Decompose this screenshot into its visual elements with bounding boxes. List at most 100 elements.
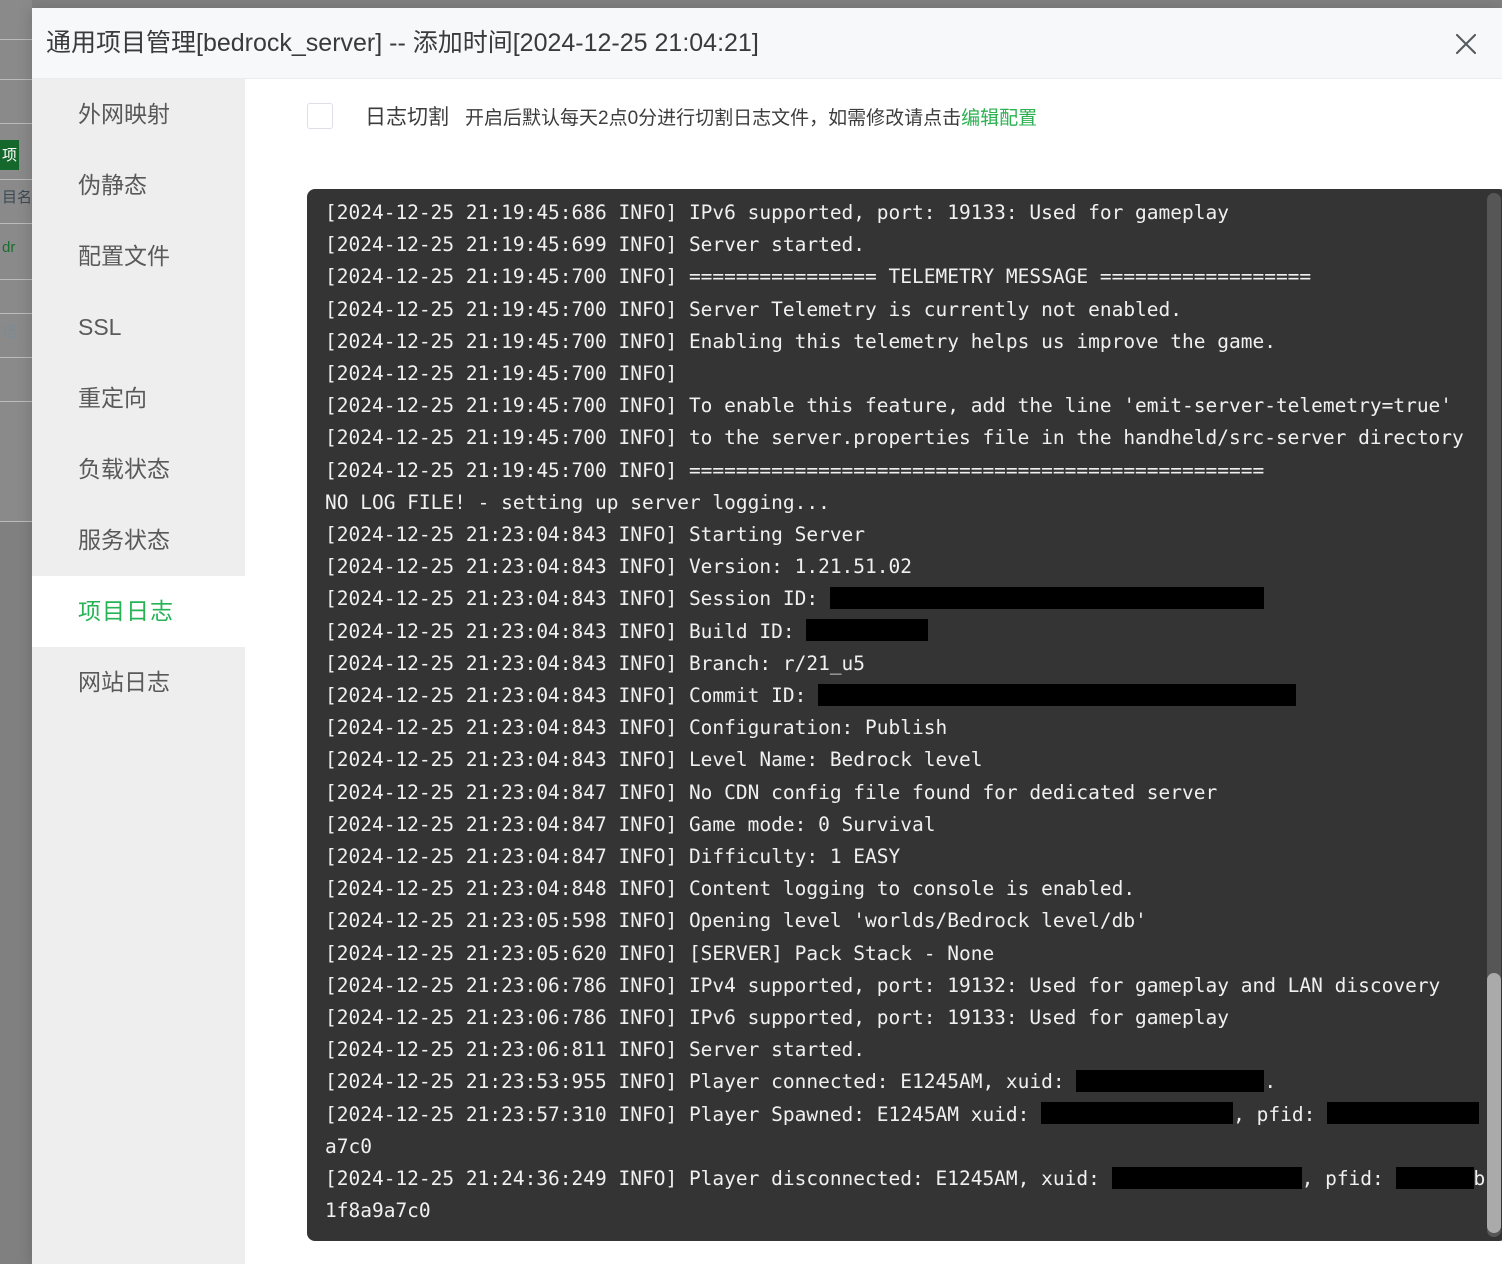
log-scrollbar-thumb[interactable] bbox=[1487, 973, 1501, 1233]
log-text: [2024-12-25 21:19:45:700 INFO] =========… bbox=[325, 265, 1312, 289]
background-table-row bbox=[0, 80, 32, 124]
log-text: [2024-12-25 21:23:04:843 INFO] Build ID: bbox=[325, 619, 807, 643]
dialog-header: 通用项目管理[bedrock_server] -- 添加时间[2024-12-2… bbox=[32, 8, 1502, 79]
log-line: [2024-12-25 21:19:45:700 INFO] =========… bbox=[325, 455, 1487, 487]
log-text: [2024-12-25 21:23:06:786 INFO] IPv4 supp… bbox=[325, 973, 1441, 997]
log-text: [2024-12-25 21:19:45:699 INFO] Server st… bbox=[325, 233, 866, 257]
log-line: [2024-12-25 21:23:04:843 INFO] Configura… bbox=[325, 712, 1487, 744]
background-table: 项目名 dr 选 bbox=[0, 0, 32, 1264]
redacted-value bbox=[1041, 1102, 1234, 1125]
log-line: [2024-12-25 21:23:04:843 INFO] Build ID: bbox=[325, 616, 1487, 648]
log-text: [2024-12-25 21:19:45:700 INFO] Server Te… bbox=[325, 297, 1183, 321]
background-status-badge: 项 bbox=[0, 140, 20, 170]
background-cell-text: 选 bbox=[2, 324, 18, 339]
log-text: [2024-12-25 21:19:45:700 INFO] =========… bbox=[325, 458, 1265, 482]
sidebar-item-2[interactable]: 配置文件 bbox=[32, 221, 245, 292]
sidebar-item-label: 伪静态 bbox=[78, 172, 147, 198]
log-console[interactable]: [2024-12-25 21:19:45:686 INFO] IPv6 supp… bbox=[307, 189, 1502, 1241]
log-line: [2024-12-25 21:23:06:811 INFO] Server st… bbox=[325, 1034, 1487, 1066]
background-cell-text: dr bbox=[2, 240, 16, 255]
project-management-dialog: 通用项目管理[bedrock_server] -- 添加时间[2024-12-2… bbox=[32, 8, 1502, 1264]
log-text: [2024-12-25 21:23:04:843 INFO] Level Nam… bbox=[325, 748, 983, 772]
background-table-row bbox=[0, 0, 32, 40]
log-text: [2024-12-25 21:23:04:843 INFO] Configura… bbox=[325, 716, 948, 740]
sidebar-item-label: 配置文件 bbox=[78, 243, 170, 269]
log-text: [2024-12-25 21:23:06:811 INFO] Server st… bbox=[325, 1038, 866, 1062]
log-line: [2024-12-25 21:23:05:620 INFO] [SERVER] … bbox=[325, 938, 1487, 970]
log-line: NO LOG FILE! - setting up server logging… bbox=[325, 487, 1487, 519]
log-text: [2024-12-25 21:19:45:700 INFO] bbox=[325, 362, 678, 386]
log-text: [2024-12-25 21:23:04:847 INFO] Game mode… bbox=[325, 812, 936, 836]
log-lines-container: [2024-12-25 21:19:45:686 INFO] IPv6 supp… bbox=[307, 189, 1487, 1241]
log-line: [2024-12-25 21:23:57:310 INFO] Player Sp… bbox=[325, 1099, 1487, 1163]
redacted-value bbox=[829, 586, 1264, 609]
log-line: [2024-12-25 21:19:45:686 INFO] IPv6 supp… bbox=[325, 197, 1487, 229]
log-line: [2024-12-25 21:23:04:843 INFO] Commit ID… bbox=[325, 680, 1487, 712]
sidebar-item-label: SSL bbox=[78, 314, 122, 340]
sidebar-item-5[interactable]: 负载状态 bbox=[32, 434, 245, 505]
sidebar-item-4[interactable]: 重定向 bbox=[32, 363, 245, 434]
log-text: . bbox=[1264, 1070, 1277, 1094]
log-text: [2024-12-25 21:23:04:843 INFO] Version: … bbox=[325, 555, 912, 579]
log-line: [2024-12-25 21:24:36:249 INFO] Player di… bbox=[325, 1163, 1487, 1227]
dialog-sidebar: 外网映射伪静态配置文件 SSL 重定向负载状态服务状态项目日志网站日志 bbox=[32, 79, 245, 1264]
log-line: [2024-12-25 21:19:45:700 INFO] Server Te… bbox=[325, 294, 1487, 326]
sidebar-item-0[interactable]: 外网映射 bbox=[32, 79, 245, 150]
log-line: [2024-12-25 21:19:45:700 INFO] =========… bbox=[325, 261, 1487, 293]
log-line: [2024-12-25 21:23:04:843 INFO] Level Nam… bbox=[325, 744, 1487, 776]
log-line: [2024-12-25 21:23:04:847 INFO] Difficult… bbox=[325, 841, 1487, 873]
redacted-value bbox=[1327, 1102, 1480, 1125]
log-line: [2024-12-25 21:23:04:847 INFO] No CDN co… bbox=[325, 777, 1487, 809]
background-table-row bbox=[0, 358, 32, 402]
log-split-label: 日志切割 bbox=[365, 106, 449, 129]
log-line: [2024-12-25 21:19:45:700 INFO] Enabling … bbox=[325, 326, 1487, 358]
sidebar-item-label: 网站日志 bbox=[78, 669, 170, 695]
background-cell-text: 目名 bbox=[2, 190, 32, 205]
log-line: [2024-12-25 21:23:06:786 INFO] IPv4 supp… bbox=[325, 970, 1487, 1002]
dialog-title: 通用项目管理[bedrock_server] -- 添加时间[2024-12-2… bbox=[46, 29, 759, 57]
log-text: [2024-12-25 21:23:53:955 INFO] Player co… bbox=[325, 1070, 1077, 1094]
log-text: [2024-12-25 21:23:06:786 INFO] IPv6 supp… bbox=[325, 1006, 1229, 1030]
sidebar-item-8[interactable]: 网站日志 bbox=[32, 647, 245, 718]
log-text: [2024-12-25 21:19:45:700 INFO] To enable… bbox=[325, 394, 1453, 418]
log-text: [2024-12-25 21:23:04:843 INFO] Commit ID… bbox=[325, 684, 819, 708]
dialog-body: 外网映射伪静态配置文件 SSL 重定向负载状态服务状态项目日志网站日志 日志切割 开… bbox=[32, 79, 1502, 1264]
redacted-value bbox=[806, 619, 929, 642]
log-text: [2024-12-25 21:23:04:847 INFO] No CDN co… bbox=[325, 780, 1218, 804]
sidebar-item-label: 项目日志 bbox=[78, 598, 174, 624]
log-text: [2024-12-25 21:23:04:847 INFO] Difficult… bbox=[325, 845, 901, 869]
background-table-row: 项 bbox=[0, 124, 32, 180]
log-line: [2024-12-25 21:19:45:699 INFO] Server st… bbox=[325, 229, 1487, 261]
background-table-row: dr bbox=[0, 224, 32, 280]
log-text: [2024-12-25 21:23:04:843 INFO] Starting … bbox=[325, 523, 866, 547]
redacted-value bbox=[1076, 1069, 1265, 1092]
background-table-row bbox=[0, 40, 32, 80]
sidebar-item-1[interactable]: 伪静态 bbox=[32, 150, 245, 221]
log-text: [2024-12-25 21:19:45:700 INFO] Enabling … bbox=[325, 329, 1276, 353]
log-text: [2024-12-25 21:24:36:249 INFO] Player di… bbox=[325, 1167, 1112, 1191]
log-line: [2024-12-25 21:23:05:598 INFO] Opening l… bbox=[325, 905, 1487, 937]
sidebar-item-label: 重定向 bbox=[78, 385, 147, 411]
sidebar-item-label: 服务状态 bbox=[78, 527, 170, 553]
background-table-row bbox=[0, 402, 32, 522]
redacted-value bbox=[1395, 1166, 1474, 1189]
log-split-row: 日志切割 开启后默认每天2点0分进行切割日志文件，如需修改请点击 编辑配置 bbox=[307, 101, 1037, 131]
log-line: [2024-12-25 21:23:04:843 INFO] Version: … bbox=[325, 551, 1487, 583]
log-line: [2024-12-25 21:23:53:955 INFO] Player co… bbox=[325, 1066, 1487, 1098]
background-table-row: 选 bbox=[0, 314, 32, 358]
redacted-value bbox=[1111, 1166, 1302, 1189]
edit-config-link[interactable]: 编辑配置 bbox=[961, 103, 1037, 130]
log-text: NO LOG FILE! - setting up server logging… bbox=[325, 490, 830, 514]
sidebar-item-3[interactable]: SSL bbox=[32, 292, 245, 363]
log-text: , pfid: bbox=[1233, 1102, 1328, 1126]
log-line: [2024-12-25 21:19:45:700 INFO] bbox=[325, 358, 1487, 390]
background-table-row bbox=[0, 280, 32, 314]
log-text: [2024-12-25 21:23:04:843 INFO] Session I… bbox=[325, 587, 830, 611]
log-line: [2024-12-25 21:23:04:843 INFO] Branch: r… bbox=[325, 648, 1487, 680]
sidebar-item-6[interactable]: 服务状态 bbox=[32, 505, 245, 576]
log-split-checkbox[interactable] bbox=[307, 103, 333, 129]
sidebar-item-7[interactable]: 项目日志 bbox=[32, 576, 245, 647]
close-icon[interactable] bbox=[1446, 24, 1486, 64]
log-text: [2024-12-25 21:23:04:848 INFO] Content l… bbox=[325, 877, 1136, 901]
log-text: [2024-12-25 21:19:45:700 INFO] to the se… bbox=[325, 426, 1464, 450]
